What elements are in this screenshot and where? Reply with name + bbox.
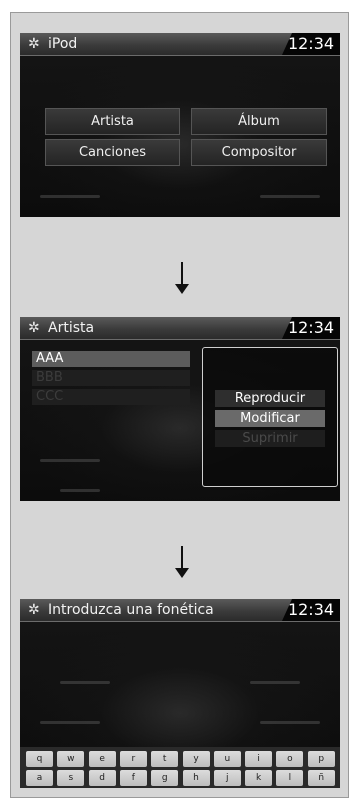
options-popup: Reproducir Modificar Suprimir xyxy=(202,347,338,487)
clock: 12:34 xyxy=(282,599,340,621)
settings-gear-icon[interactable]: ✲ xyxy=(28,319,40,337)
canciones-button[interactable]: Canciones xyxy=(45,139,180,166)
key-p[interactable]: p xyxy=(307,751,335,767)
settings-gear-icon[interactable]: ✲ xyxy=(28,601,40,619)
key-j[interactable]: j xyxy=(213,770,241,786)
screen-title: iPod xyxy=(48,36,78,52)
title-bar: ✲ Introduzca una fonética 12:34 xyxy=(20,599,340,622)
modificar-option[interactable]: Modificar xyxy=(215,410,325,427)
key-i[interactable]: i xyxy=(245,751,273,767)
key-q[interactable]: q xyxy=(26,751,53,767)
key-s[interactable]: s xyxy=(57,770,85,786)
list-item-aaa[interactable]: AAA xyxy=(32,351,190,367)
key-y[interactable]: y xyxy=(182,751,210,767)
artista-button[interactable]: Artista xyxy=(45,108,180,135)
screen-title: Artista xyxy=(48,320,95,336)
settings-gear-icon[interactable]: ✲ xyxy=(28,35,40,53)
artista-screen: ✲ Artista 12:34 AAA BBB CCC Reproducir M… xyxy=(20,317,340,501)
down-arrow-icon xyxy=(175,262,189,296)
key-k[interactable]: k xyxy=(245,770,273,786)
on-screen-keyboard: qwertyuiopasdfghjklñ⇧zxcvbnm⌫?123,Españo… xyxy=(20,747,340,788)
list-item-ccc[interactable]: CCC xyxy=(32,389,190,405)
key-ñ[interactable]: ñ xyxy=(307,770,335,786)
title-bar: ✲ Artista 12:34 xyxy=(20,317,340,340)
compositor-button[interactable]: Compositor xyxy=(191,139,327,166)
key-w[interactable]: w xyxy=(57,751,85,767)
reproducir-option[interactable]: Reproducir xyxy=(215,390,325,407)
key-g[interactable]: g xyxy=(151,770,179,786)
key-a[interactable]: a xyxy=(26,770,53,786)
screen-background xyxy=(20,55,340,217)
key-r[interactable]: r xyxy=(119,751,147,767)
key-e[interactable]: e xyxy=(88,751,116,767)
key-u[interactable]: u xyxy=(213,751,241,767)
ipod-screen: ✲ iPod 12:34 Artista Álbum Canciones Com… xyxy=(20,33,340,217)
key-t[interactable]: t xyxy=(151,751,179,767)
key-o[interactable]: o xyxy=(276,751,304,767)
key-f[interactable]: f xyxy=(119,770,147,786)
title-bar: ✲ iPod 12:34 xyxy=(20,33,340,56)
album-button[interactable]: Álbum xyxy=(191,108,327,135)
clock: 12:34 xyxy=(282,33,340,55)
down-arrow-icon xyxy=(175,546,189,580)
clock: 12:34 xyxy=(282,317,340,339)
list-item-bbb[interactable]: BBB xyxy=(32,370,190,386)
screen-title: Introduzca una fonética xyxy=(48,602,214,618)
phonetic-input-screen: ✲ Introduzca una fonética 12:34 qwertyui… xyxy=(20,599,340,788)
suprimir-option[interactable]: Suprimir xyxy=(215,430,325,447)
key-h[interactable]: h xyxy=(182,770,210,786)
key-l[interactable]: l xyxy=(276,770,304,786)
key-d[interactable]: d xyxy=(88,770,116,786)
